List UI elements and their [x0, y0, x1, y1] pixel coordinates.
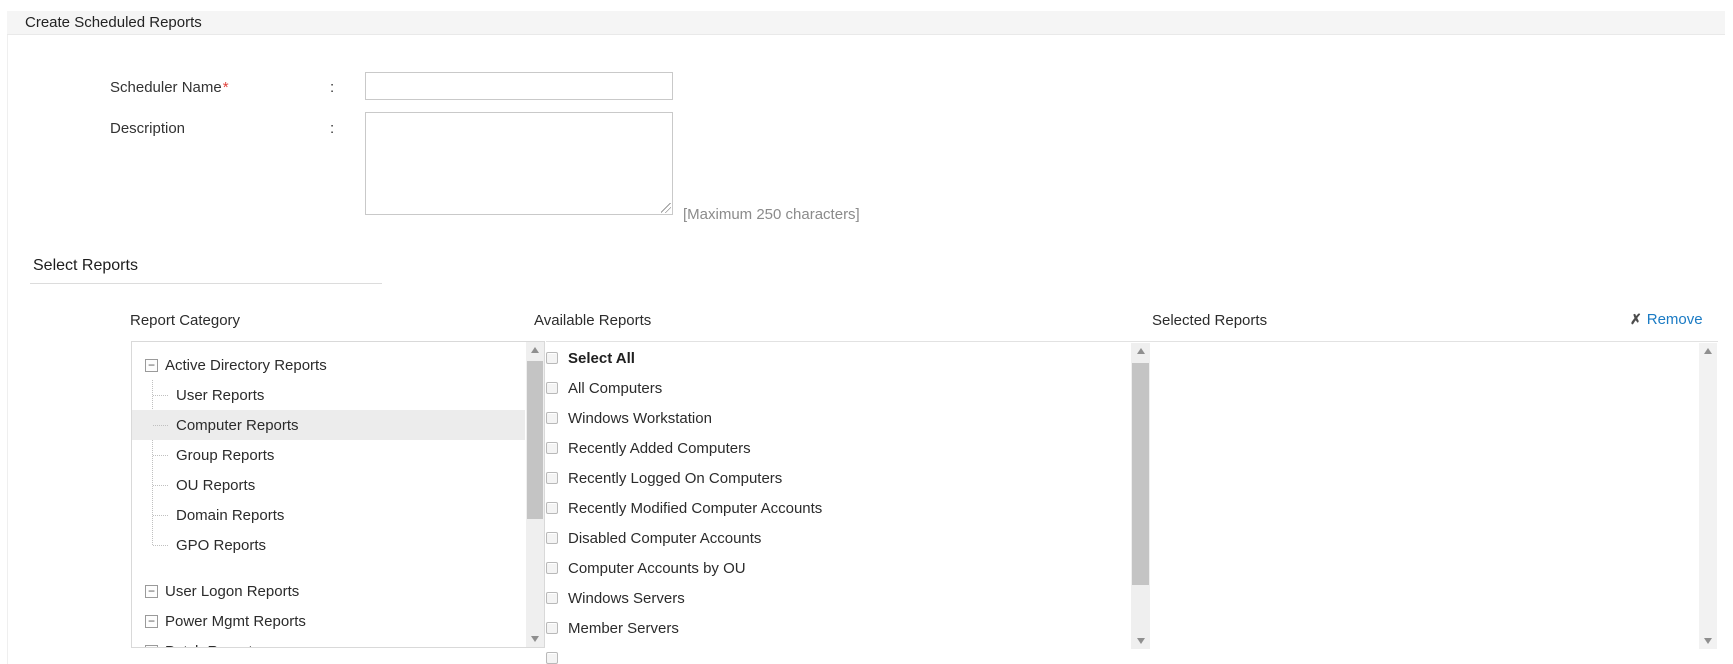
checkbox[interactable]	[546, 352, 558, 364]
available-scrollbar[interactable]	[1131, 343, 1150, 649]
available-report-item[interactable]: All Computers	[546, 373, 1130, 403]
page-header-bar: Create Scheduled Reports	[7, 11, 1725, 35]
description-label: Description	[110, 120, 320, 137]
collapse-icon[interactable]: −	[145, 645, 158, 649]
scroll-down-icon[interactable]	[1131, 633, 1150, 649]
checkbox[interactable]	[546, 652, 558, 664]
tree-item-label: Computer Reports	[176, 417, 299, 434]
available-report-item[interactable]: Select All	[546, 343, 1130, 373]
report-category-tree: − Active Directory Reports − User Report…	[132, 342, 544, 648]
available-report-label: Computer Accounts by OU	[568, 560, 746, 577]
remove-button-label: Remove	[1647, 311, 1703, 328]
scroll-down-icon[interactable]	[1699, 633, 1717, 649]
tree-item-label: Patch Reports	[165, 643, 260, 649]
tree-item[interactable]: − Active Directory Reports	[132, 350, 525, 380]
remove-x-icon: ✗	[1630, 311, 1642, 328]
description-colon: :	[330, 120, 334, 137]
available-reports-panel: Select All All Computers Windows Worksta…	[546, 342, 1130, 664]
available-report-item[interactable]: Recently Logged On Computers	[546, 463, 1130, 493]
selected-reports-panel	[1150, 342, 1698, 664]
available-report-item[interactable]: Member Servers	[546, 613, 1130, 643]
scroll-up-icon[interactable]	[1131, 343, 1150, 359]
tree-scrollbar-thumb[interactable]	[527, 361, 543, 519]
scheduler-name-input[interactable]	[365, 72, 673, 100]
scroll-up-icon[interactable]	[526, 342, 544, 358]
available-report-label: Member Servers	[568, 620, 679, 637]
available-report-item[interactable]	[546, 643, 1130, 664]
tree-item-label: Group Reports	[176, 447, 274, 464]
available-report-item[interactable]: Computer Accounts by OU	[546, 553, 1130, 583]
scroll-up-icon[interactable]	[1699, 343, 1717, 359]
available-report-item[interactable]: Disabled Computer Accounts	[546, 523, 1130, 553]
available-report-item[interactable]: Windows Workstation	[546, 403, 1130, 433]
tree-item[interactable]: − User Reports	[132, 380, 525, 410]
available-report-label: Recently Modified Computer Accounts	[568, 500, 822, 517]
checkbox[interactable]	[546, 592, 558, 604]
tree-item-label: User Logon Reports	[165, 583, 299, 600]
checkbox[interactable]	[546, 502, 558, 514]
tree-item[interactable]: − OU Reports	[132, 470, 525, 500]
available-report-item[interactable]: Windows Servers	[546, 583, 1130, 613]
checkbox[interactable]	[546, 532, 558, 544]
required-asterisk: *	[223, 79, 229, 96]
collapse-icon[interactable]: −	[145, 359, 158, 372]
available-reports-list: Select All All Computers Windows Worksta…	[546, 342, 1130, 664]
tree-item-label: Power Mgmt Reports	[165, 613, 306, 630]
page-title: Create Scheduled Reports	[25, 14, 202, 31]
tree-item[interactable]: − GPO Reports	[132, 530, 525, 560]
available-report-label: Recently Added Computers	[568, 440, 751, 457]
checkbox[interactable]	[546, 382, 558, 394]
checkbox[interactable]	[546, 562, 558, 574]
tree-item[interactable]: − Group Reports	[132, 440, 525, 470]
tree-item[interactable]: − Power Mgmt Reports	[132, 606, 525, 636]
max-characters-hint: [Maximum 250 characters]	[683, 206, 860, 223]
checkbox[interactable]	[546, 412, 558, 424]
tree-item[interactable]: − Computer Reports	[132, 410, 525, 440]
available-report-label: Windows Workstation	[568, 410, 712, 427]
tree-item-label: GPO Reports	[176, 537, 266, 554]
available-report-label: Disabled Computer Accounts	[568, 530, 761, 547]
scheduler-name-colon: :	[330, 79, 334, 96]
scroll-down-icon[interactable]	[526, 631, 544, 647]
selected-scrollbar[interactable]	[1699, 343, 1717, 649]
available-report-label: Recently Logged On Computers	[568, 470, 782, 487]
checkbox[interactable]	[546, 622, 558, 634]
section-divider	[30, 283, 382, 284]
available-report-item[interactable]: Recently Modified Computer Accounts	[546, 493, 1130, 523]
remove-button[interactable]: ✗ Remove	[1630, 311, 1703, 328]
page-left-border	[7, 11, 8, 664]
checkbox[interactable]	[546, 442, 558, 454]
description-textarea[interactable]	[365, 112, 673, 215]
select-reports-section-title: Select Reports	[33, 257, 138, 275]
tree-item-label: User Reports	[176, 387, 264, 404]
report-category-header: Report Category	[130, 312, 240, 329]
available-scrollbar-thumb[interactable]	[1132, 363, 1149, 585]
tree-item-label: Active Directory Reports	[165, 357, 327, 374]
available-report-label: Select All	[568, 350, 635, 367]
available-report-item[interactable]: Recently Added Computers	[546, 433, 1130, 463]
report-category-tree-panel: − Active Directory Reports − User Report…	[131, 341, 545, 648]
collapse-icon[interactable]: −	[145, 585, 158, 598]
tree-item[interactable]: − Patch Reports	[132, 636, 525, 648]
tree-scrollbar[interactable]	[526, 342, 544, 647]
collapse-icon[interactable]: −	[145, 615, 158, 628]
checkbox[interactable]	[546, 472, 558, 484]
tree-item-label: OU Reports	[176, 477, 255, 494]
tree-item-label: Domain Reports	[176, 507, 284, 524]
available-report-label: Windows Servers	[568, 590, 685, 607]
scheduler-name-label: Scheduler Name*	[110, 79, 320, 96]
selected-reports-header: Selected Reports	[1152, 312, 1267, 329]
textarea-resize-handle[interactable]	[661, 203, 671, 213]
tree-item[interactable]: − Domain Reports	[132, 500, 525, 530]
tree-item[interactable]: − User Logon Reports	[132, 576, 525, 606]
available-report-label: All Computers	[568, 380, 662, 397]
available-reports-header: Available Reports	[534, 312, 651, 329]
